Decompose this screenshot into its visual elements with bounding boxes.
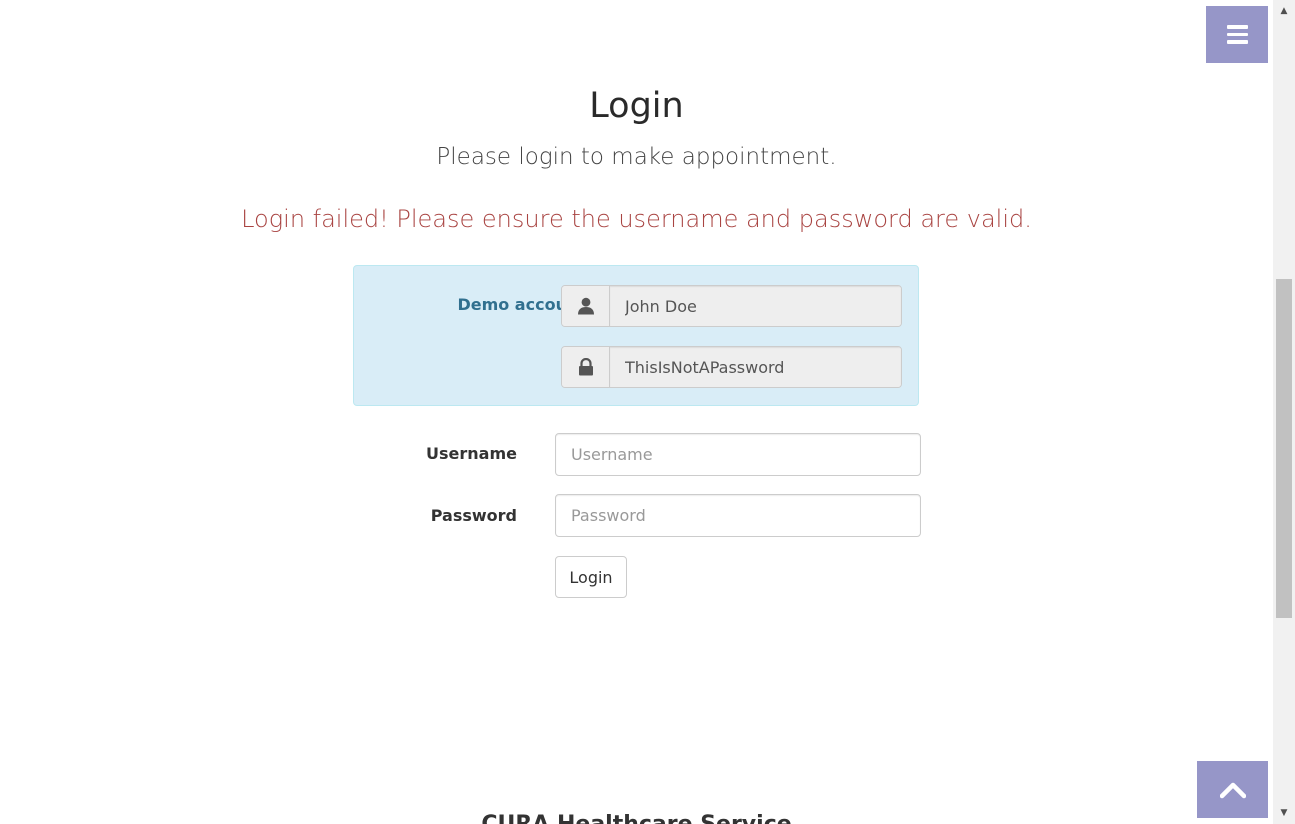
password-label: Password — [430, 506, 517, 525]
login-button[interactable]: Login — [555, 556, 627, 598]
scroll-to-top-button[interactable] — [1197, 761, 1268, 818]
scrollbar-thumb[interactable] — [1276, 279, 1292, 618]
user-icon — [577, 297, 594, 315]
demo-account-panel: Demo account — [353, 265, 919, 406]
demo-password-field[interactable] — [610, 347, 901, 387]
demo-password-group — [561, 346, 902, 388]
chevron-up-icon — [1219, 782, 1246, 798]
footer-heading: CURA Healthcare Service — [0, 812, 1273, 824]
username-input[interactable] — [555, 433, 921, 476]
lock-icon — [578, 358, 593, 376]
browser-viewport: Login Please login to make appointment. … — [0, 0, 1295, 824]
page-title: Login — [589, 86, 684, 126]
demo-password-addon — [562, 347, 610, 387]
scroll-up-arrow-icon[interactable]: ▲ — [1273, 2, 1295, 20]
vertical-scrollbar[interactable]: ▲ ▼ — [1273, 0, 1295, 824]
demo-username-addon — [562, 286, 610, 326]
demo-username-group — [561, 285, 902, 327]
username-label: Username — [426, 444, 517, 463]
scroll-down-arrow-icon[interactable]: ▼ — [1273, 804, 1295, 822]
password-input[interactable] — [555, 494, 921, 537]
menu-toggle-button[interactable] — [1206, 6, 1268, 63]
page-subtitle: Please login to make appointment. — [436, 144, 837, 170]
hamburger-menu-icon — [1226, 25, 1248, 44]
demo-username-field[interactable] — [610, 286, 901, 326]
login-error-message: Login failed! Please ensure the username… — [241, 205, 1032, 233]
login-page: Login Please login to make appointment. … — [0, 0, 1273, 824]
